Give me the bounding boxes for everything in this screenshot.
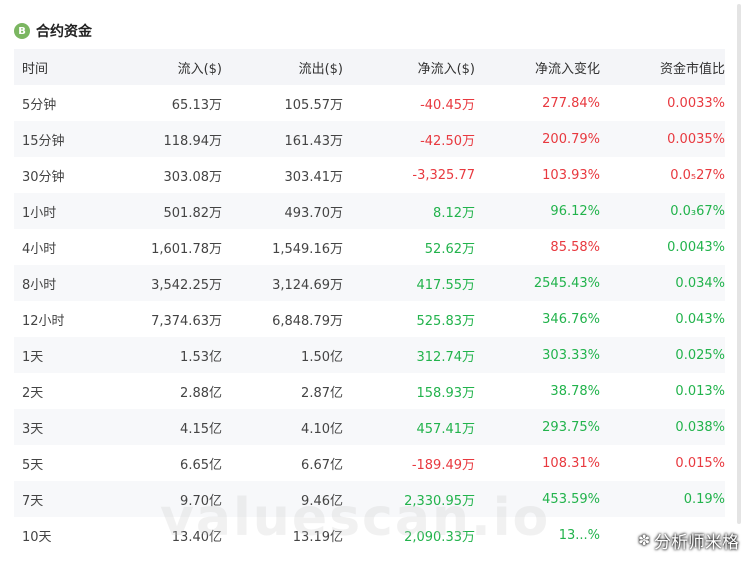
cell-net-change: 103.93% <box>542 167 600 183</box>
cell-market-cap-ratio: 0.19% <box>683 491 725 507</box>
cell-period: 30分钟 <box>22 169 65 185</box>
table-row[interactable]: 8小时 3,542.25万 3,124.69万 417.55万 2545.43% 0.03… <box>14 265 725 301</box>
cell-outflow: 161.43万 <box>284 133 344 149</box>
cell-outflow: 1.50亿 <box>301 349 343 365</box>
cell-inflow: 7,374.63万 <box>151 313 222 329</box>
cell-market-cap-ratio: 0.034% <box>675 275 725 291</box>
cell-inflow: 6.65亿 <box>180 457 222 473</box>
cell-net-inflow: 8.12万 <box>433 205 475 221</box>
table-row[interactable]: 30分钟 303.08万 303.41万 -3,325.77 103.93% 0.0₅27… <box>14 157 725 193</box>
cell-period: 5分钟 <box>22 97 57 113</box>
cell-inflow: 3,542.25万 <box>151 277 222 293</box>
cell-period: 3天 <box>22 421 44 437</box>
section-title: 合约资金 <box>36 24 92 40</box>
cell-period: 10天 <box>22 529 52 545</box>
source-label: 分析师米格 <box>654 533 739 553</box>
cell-period: 5天 <box>22 457 44 473</box>
cell-outflow: 6,848.79万 <box>272 313 343 329</box>
cell-net-inflow: 52.62万 <box>424 241 475 257</box>
cell-net-inflow: 312.74万 <box>416 349 476 365</box>
cell-inflow: 65.13万 <box>171 97 222 113</box>
column-header-market-cap-ratio[interactable]: 资金市值比 <box>600 58 725 77</box>
column-header-inflow[interactable]: 流入($) <box>108 58 222 77</box>
cell-net-change: 293.75% <box>542 419 600 435</box>
cell-market-cap-ratio: 0.0₃67% <box>670 203 725 219</box>
source-badge: ✽ 分析师米格 <box>638 528 739 554</box>
cell-inflow: 2.88亿 <box>180 385 222 401</box>
cell-outflow: 303.41万 <box>284 169 344 185</box>
cell-period: 8小时 <box>22 277 57 293</box>
cell-outflow: 493.70万 <box>284 205 344 221</box>
section-header: B 合约资金 <box>14 20 92 42</box>
cell-period: 4小时 <box>22 241 57 257</box>
cell-net-change: 200.79% <box>542 131 600 147</box>
cell-outflow: 105.57万 <box>284 97 344 113</box>
column-header-period[interactable]: 时间 <box>14 58 108 77</box>
cell-market-cap-ratio: 0.0043% <box>667 239 725 255</box>
cell-inflow: 1.53亿 <box>180 349 222 365</box>
cell-market-cap-ratio: 0.038% <box>675 419 725 435</box>
cell-market-cap-ratio: 0.0₅27% <box>670 167 725 183</box>
cell-outflow: 2.87亿 <box>301 385 343 401</box>
cell-net-change: 277.84% <box>542 95 600 111</box>
cell-net-inflow: 417.55万 <box>416 277 476 293</box>
cell-net-change: 346.76% <box>542 311 600 327</box>
table-row[interactable]: 1天 1.53亿 1.50亿 312.74万 303.33% 0.025% <box>14 337 725 373</box>
cell-market-cap-ratio: 0.015% <box>675 455 725 471</box>
column-header-net-change[interactable]: 净流入变化 <box>475 58 600 77</box>
cell-market-cap-ratio: 0.0035% <box>667 131 725 147</box>
column-header-outflow[interactable]: 流出($) <box>222 58 343 77</box>
cell-net-inflow: -3,325.77 <box>412 167 475 183</box>
cell-inflow: 1,601.78万 <box>151 241 222 257</box>
cell-net-change: 108.31% <box>542 455 600 471</box>
table-row[interactable]: 1小时 501.82万 493.70万 8.12万 96.12% 0.0₃67% <box>14 193 725 229</box>
cell-market-cap-ratio: 0.025% <box>675 347 725 363</box>
table-row[interactable]: 15分钟 118.94万 161.43万 -42.50万 200.79% 0.0035% <box>14 121 725 157</box>
cell-period: 1小时 <box>22 205 57 221</box>
cell-net-change: 38.78% <box>550 383 600 399</box>
cell-outflow: 6.67亿 <box>301 457 343 473</box>
cell-period: 12小时 <box>22 313 65 329</box>
cell-net-change: 85.58% <box>550 239 600 255</box>
cell-net-change: 96.12% <box>550 203 600 219</box>
cell-inflow: 501.82万 <box>163 205 223 221</box>
cell-net-inflow: -42.50万 <box>420 133 475 149</box>
watermark: valuescan.io <box>160 488 551 548</box>
cell-inflow: 118.94万 <box>163 133 223 149</box>
cell-period: 15分钟 <box>22 133 65 149</box>
cell-net-inflow: 158.93万 <box>416 385 476 401</box>
table-row[interactable]: 12小时 7,374.63万 6,848.79万 525.83万 346.76% 0.04… <box>14 301 725 337</box>
column-header-net-inflow[interactable]: 净流入($) <box>343 58 475 77</box>
cell-net-inflow: -40.45万 <box>420 97 475 113</box>
cell-inflow: 4.15亿 <box>180 421 222 437</box>
cell-market-cap-ratio: 0.043% <box>675 311 725 327</box>
coin-icon: B <box>14 23 30 39</box>
cell-period: 7天 <box>22 493 44 509</box>
platform-logo-icon: ✽ <box>638 532 650 549</box>
table-row[interactable]: 2天 2.88亿 2.87亿 158.93万 38.78% 0.013% <box>14 373 725 409</box>
cell-net-inflow: 457.41万 <box>416 421 476 437</box>
table-header-row: 时间 流入($) 流出($) 净流入($) 净流入变化 资金市值比 <box>14 49 725 85</box>
cell-period: 2天 <box>22 385 44 401</box>
cell-net-inflow: 525.83万 <box>416 313 476 329</box>
cell-net-inflow: -189.49万 <box>411 457 475 473</box>
cell-period: 1天 <box>22 349 44 365</box>
table-row[interactable]: 5天 6.65亿 6.67亿 -189.49万 108.31% 0.015% <box>14 445 725 481</box>
cell-market-cap-ratio: 0.013% <box>675 383 725 399</box>
cell-market-cap-ratio: 0.0033% <box>667 95 725 111</box>
cell-net-change: 2545.43% <box>533 275 600 291</box>
cell-outflow: 3,124.69万 <box>272 277 343 293</box>
cell-inflow: 303.08万 <box>163 169 223 185</box>
cell-outflow: 4.10亿 <box>301 421 343 437</box>
table-row[interactable]: 4小时 1,601.78万 1,549.16万 52.62万 85.58% 0.0043% <box>14 229 725 265</box>
table-row[interactable]: 5分钟 65.13万 105.57万 -40.45万 277.84% 0.0033% <box>14 85 725 121</box>
scrollbar[interactable] <box>737 4 741 524</box>
cell-outflow: 1,549.16万 <box>272 241 343 257</box>
table-row[interactable]: 3天 4.15亿 4.10亿 457.41万 293.75% 0.038% <box>14 409 725 445</box>
fund-flow-table: 时间 流入($) 流出($) 净流入($) 净流入变化 资金市值比 5分钟 65.… <box>14 49 725 553</box>
cell-net-change: 303.33% <box>542 347 600 363</box>
